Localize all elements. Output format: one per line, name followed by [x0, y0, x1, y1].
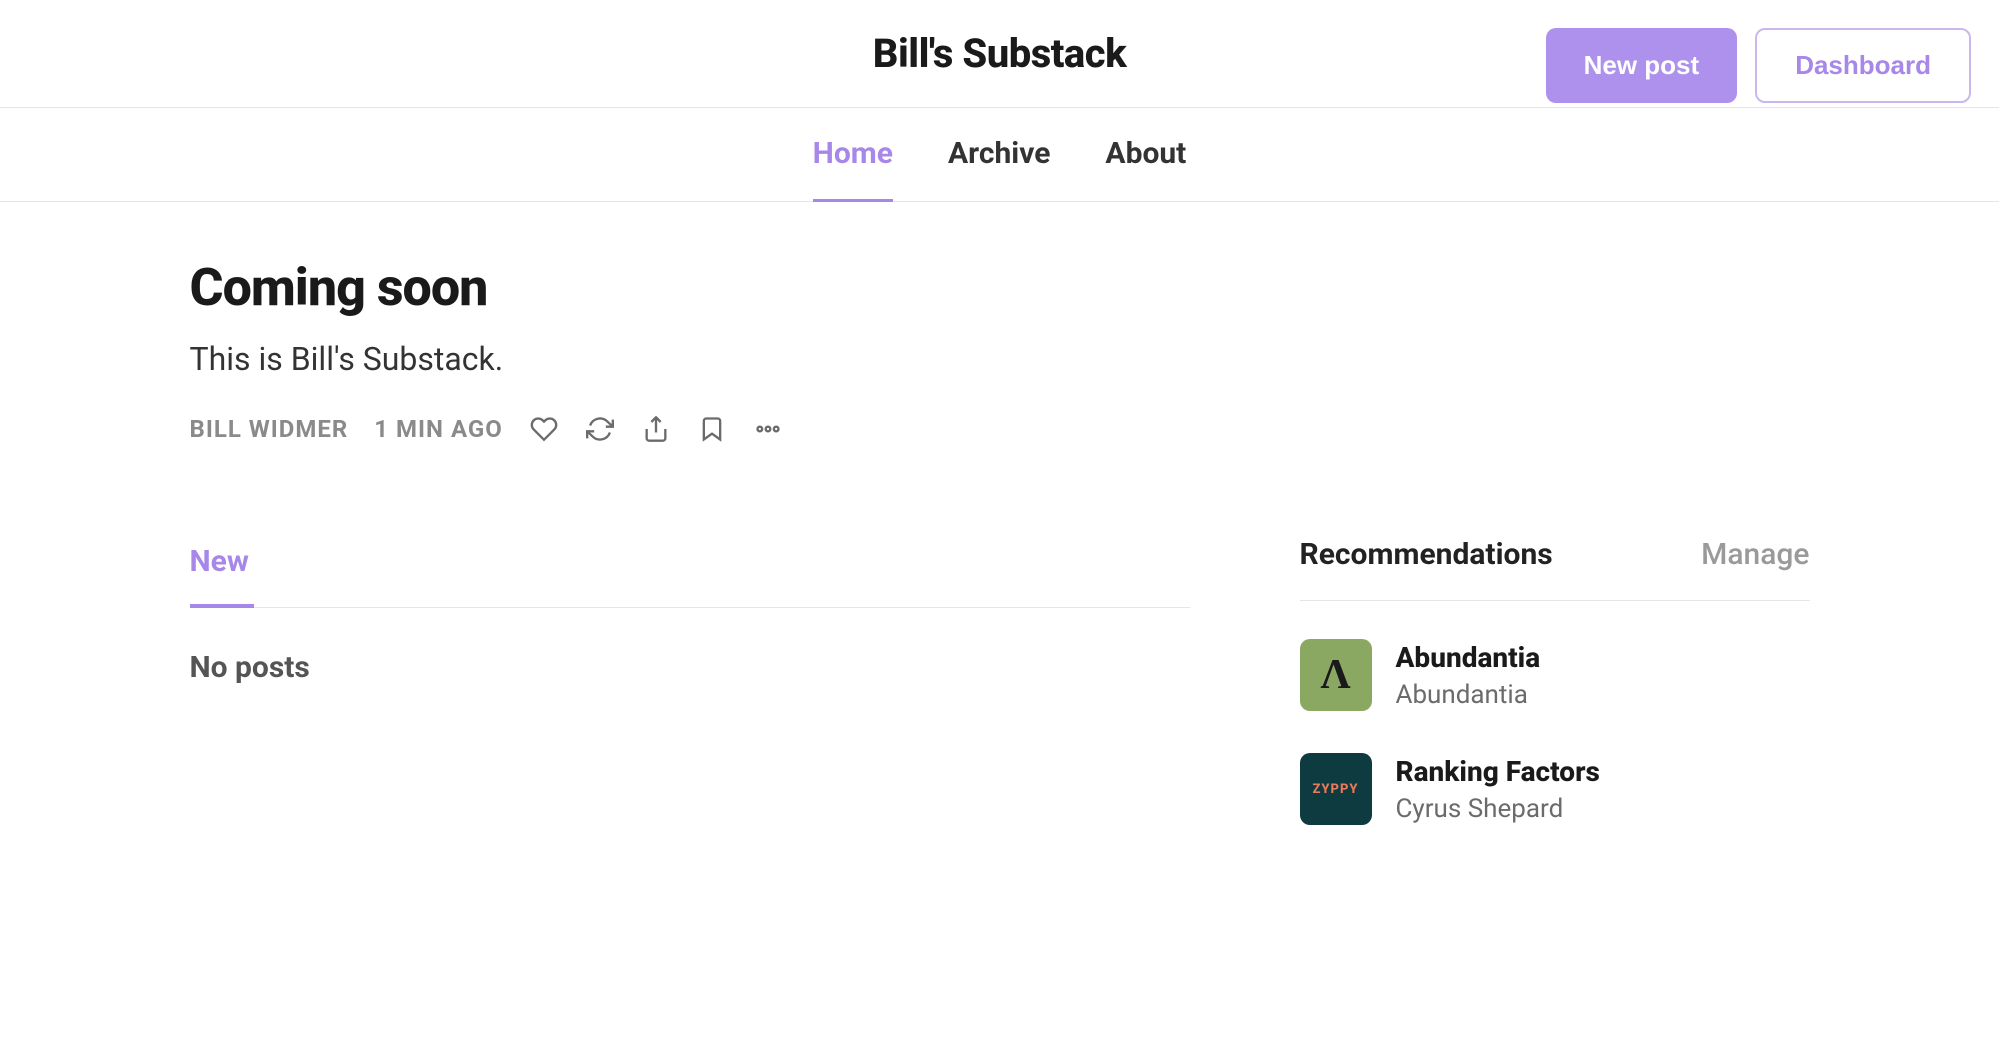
recommendations-list: Λ Abundantia Abundantia ZYPPY Ranking Fa…: [1300, 639, 1810, 825]
manage-recommendations[interactable]: Manage: [1701, 537, 1809, 572]
recommendation-text: Ranking Factors Cyrus Shepard: [1396, 755, 1600, 824]
sidebar-header: Recommendations Manage: [1300, 537, 1810, 601]
site-title[interactable]: Bill's Substack: [873, 30, 1126, 77]
posts-tabs: New: [190, 544, 1190, 608]
dashboard-button[interactable]: Dashboard: [1755, 28, 1971, 103]
featured-post-meta: BILL WIDMER 1 MIN AGO: [190, 414, 1190, 444]
bookmark-icon[interactable]: [697, 414, 727, 444]
header-buttons: New post Dashboard: [1546, 28, 1971, 103]
recommendation-avatar: Λ: [1300, 639, 1372, 711]
recommendations-title: Recommendations: [1300, 537, 1553, 572]
share-icon[interactable]: [641, 414, 671, 444]
nav-archive[interactable]: Archive: [948, 108, 1050, 201]
recommendation-name: Abundantia: [1396, 641, 1541, 674]
sidebar: Recommendations Manage Λ Abundantia Abun…: [1300, 257, 1810, 825]
restack-icon[interactable]: [585, 414, 615, 444]
recommendation-author: Abundantia: [1396, 680, 1541, 710]
featured-post-title[interactable]: Coming soon: [190, 257, 1190, 318]
more-icon[interactable]: [753, 414, 783, 444]
recommendation-name: Ranking Factors: [1396, 755, 1600, 788]
main-column: Coming soon This is Bill's Substack. BIL…: [190, 257, 1190, 825]
content: Coming soon This is Bill's Substack. BIL…: [140, 202, 1860, 875]
no-posts-message: No posts: [190, 650, 1190, 685]
tab-new[interactable]: New: [190, 544, 249, 607]
post-time: 1 MIN AGO: [374, 415, 503, 443]
heart-icon[interactable]: [529, 414, 559, 444]
post-author[interactable]: BILL WIDMER: [190, 415, 349, 443]
featured-post-subtitle: This is Bill's Substack.: [190, 340, 1190, 378]
nav-tabs: Home Archive About: [0, 108, 1999, 202]
header: Bill's Substack New post Dashboard: [0, 0, 1999, 108]
recommendation-author: Cyrus Shepard: [1396, 794, 1600, 824]
new-post-button[interactable]: New post: [1546, 28, 1738, 103]
recommendation-item[interactable]: Λ Abundantia Abundantia: [1300, 639, 1810, 711]
recommendation-avatar: ZYPPY: [1300, 753, 1372, 825]
nav-home[interactable]: Home: [813, 108, 893, 201]
recommendation-item[interactable]: ZYPPY Ranking Factors Cyrus Shepard: [1300, 753, 1810, 825]
nav-about[interactable]: About: [1105, 108, 1186, 201]
recommendation-text: Abundantia Abundantia: [1396, 641, 1541, 710]
